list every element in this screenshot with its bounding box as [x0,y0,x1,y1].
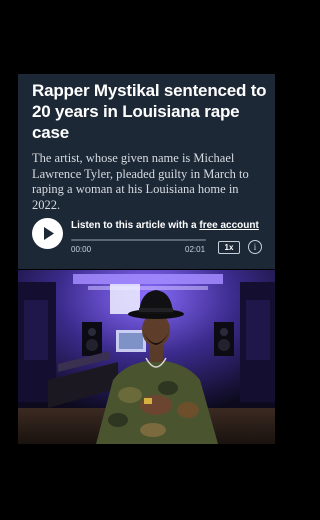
free-account-link[interactable]: free account [199,220,258,231]
studio-portrait-image [18,270,275,444]
play-button[interactable] [32,218,63,249]
audio-progress-bar[interactable] [71,239,206,241]
article-card: Rapper Mystikal sentenced to 20 years in… [18,74,275,269]
article-headline[interactable]: Rapper Mystikal sentenced to 20 years in… [32,80,268,143]
article-photo[interactable] [18,270,275,444]
play-icon [44,227,54,240]
article-summary: The artist, whose given name is Michael … [32,151,249,212]
info-icon[interactable]: i [248,240,262,254]
current-time: 00:00 [71,245,92,254]
audio-player: Listen to this article with a free accou… [30,216,268,256]
listen-prompt: Listen to this article with a free accou… [71,220,271,231]
listen-prompt-text: Listen to this article with a [71,220,200,231]
playback-speed-button[interactable]: 1x [218,241,240,254]
total-time: 02:01 [185,245,206,254]
